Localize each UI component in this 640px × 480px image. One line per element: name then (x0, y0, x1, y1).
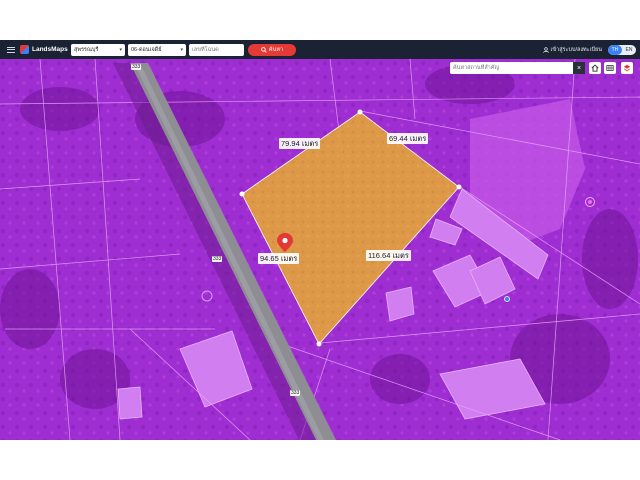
road-number-label: 333 (131, 64, 142, 70)
lang-en[interactable]: EN (622, 45, 636, 55)
road-number-label: 333 (212, 256, 223, 262)
language-toggle[interactable]: TH EN (608, 44, 636, 55)
district-value: 06-ดอนเจดีย์ (131, 46, 162, 53)
chevron-down-icon: ▾ (119, 46, 122, 53)
poi-dot-icon (588, 200, 592, 204)
app-name: LandsMaps (32, 46, 68, 53)
home-button[interactable] (589, 62, 601, 74)
search-icon (261, 46, 267, 53)
district-select[interactable]: 06-ดอนเจดีย์ ▾ (128, 43, 186, 56)
measurement-left: 94.65 เมตร (258, 253, 300, 264)
grid-button[interactable] (604, 62, 616, 74)
menu-icon[interactable] (4, 40, 18, 59)
close-icon[interactable]: × (573, 62, 585, 74)
parcel-number-input[interactable] (189, 43, 244, 56)
home-icon (591, 64, 599, 72)
measurement-top-right: 69.44 เมตร (387, 133, 429, 144)
login-label: เข้าสู่ระบบ/ลงทะเบียน (550, 46, 603, 53)
road-number-label: 333 (290, 390, 301, 396)
place-search-box[interactable]: × (450, 62, 585, 74)
measurement-right: 116.64 เมตร (366, 250, 411, 261)
user-icon (542, 46, 549, 53)
lang-th[interactable]: TH (608, 44, 622, 55)
province-select[interactable]: สุพรรณบุรี ▾ (71, 43, 125, 56)
app-logo[interactable]: LandsMaps (20, 45, 68, 54)
search-button-label: ค้นหา (268, 46, 284, 53)
logo-mark-icon (20, 45, 29, 54)
grid-icon (606, 65, 614, 71)
search-button[interactable]: ค้นหา (248, 43, 296, 56)
map-view[interactable]: 333 333 333 79.94 เมตร 69.44 เมตร 94.65 … (0, 59, 640, 440)
layers-button[interactable] (621, 62, 633, 74)
place-search-input[interactable] (450, 62, 573, 74)
top-navbar: LandsMaps สุพรรณบุรี ▾ 06-ดอนเจดีย์ ▾ ค้… (0, 40, 640, 59)
province-value: สุพรรณบุรี (74, 46, 99, 53)
layers-icon (623, 64, 631, 72)
map-canvas[interactable] (0, 59, 640, 440)
location-dot-icon (504, 296, 510, 302)
app-frame: LandsMaps สุพรรณบุรี ▾ 06-ดอนเจดีย์ ▾ ค้… (0, 40, 640, 440)
login-link[interactable]: เข้าสู่ระบบ/ลงทะเบียน (542, 46, 603, 54)
chevron-down-icon: ▾ (180, 46, 183, 53)
measurement-top-left: 79.94 เมตร (279, 138, 321, 149)
